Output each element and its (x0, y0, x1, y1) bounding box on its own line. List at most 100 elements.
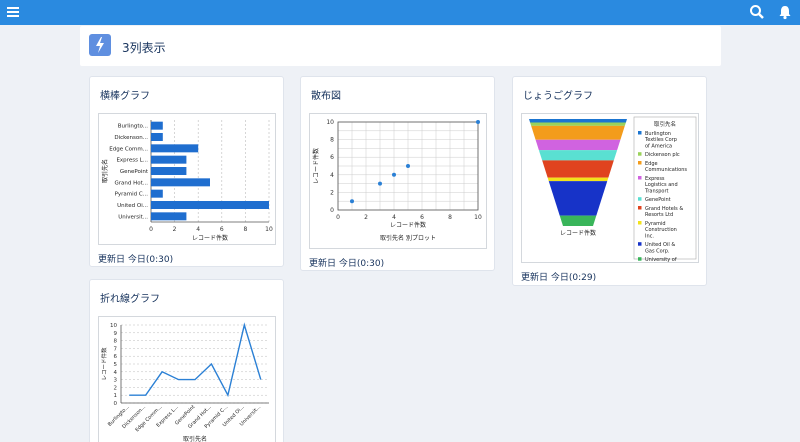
scatter-chart-card: 散布図 0 2 4 6 8 10 0 2 4 6 8 10 レコード件数 取引先名 別プロット レコード件数… (300, 76, 495, 271)
bar-chart[interactable]: 0 2 4 6 8 10 Burlingto... Dickenson... Edge Comm… (98, 113, 276, 245)
scatter-chart-svg: 0 2 4 6 8 100246810レコード件数取引先名 別プロットレコード件数 (312, 119, 482, 242)
scatter-chart[interactable]: 0 2 4 6 8 10 0 2 4 6 8 10 レコード件数 取引先名 別プロット レコード件数 (309, 113, 487, 249)
y-tick-label: Pyramid C... (115, 192, 149, 198)
legend-label: Construction (645, 227, 677, 233)
card-title: 横棒グラフ (100, 91, 150, 102)
data-point (378, 181, 382, 186)
x-tick-label: 6 (220, 226, 224, 233)
bell-icon[interactable] (777, 4, 795, 22)
y-tick-label: Universit... (118, 214, 148, 220)
y-tick-label: 1 (114, 393, 118, 399)
data-point (392, 172, 396, 177)
bar (151, 201, 269, 209)
legend-label: Burlington (645, 131, 671, 137)
series-line (129, 322, 262, 398)
y-tick-label: 3 (114, 378, 118, 384)
legend-swatch (638, 242, 642, 246)
bar-chart-card: 横棒グラフ 0 2 4 6 8 10 Burlingto... Dickenson... Edg… (89, 76, 284, 267)
y-tick-label: 9 (114, 331, 118, 337)
funnel-segment (542, 160, 614, 178)
bar-chart-svg: 0 2 4 6 8 10 Burlingto... Dickenson... Edge Comm… (101, 120, 273, 242)
line-chart[interactable]: 0 1 2 3 4 5 6 7 8 9 10 Burlingto... Dickenson... Edge… (98, 316, 276, 442)
funnel-segment (531, 125, 625, 140)
card-title: じょうごグラフ (523, 91, 593, 102)
y-tick-label: 8 (114, 339, 118, 345)
funnel-chart-svg: レコード件数 取引先名 BurlingtonTextiles Corpof Amer… (529, 116, 697, 269)
page-title: 3列表示 (122, 41, 166, 55)
bar (151, 167, 187, 175)
funnel-segment (538, 150, 618, 161)
card-title: 散布図 (311, 91, 341, 102)
funnel-segment (559, 215, 597, 226)
legend-label: University of (645, 257, 677, 262)
line-chart-svg: 012345678910Burlingto...Dickenson...Edge… (100, 322, 269, 442)
y-tick-label: 2 (114, 385, 118, 391)
x-axis-label: レコード件数 (560, 229, 596, 237)
y-tick-label: 8 (330, 137, 334, 144)
y-tick-label: Dickenson... (114, 135, 148, 141)
data-point (476, 120, 480, 124)
legend-swatch (638, 131, 642, 135)
y-tick-label: 0 (114, 401, 118, 407)
y-tick-label: 4 (330, 172, 334, 179)
y-tick-label: 6 (114, 354, 118, 360)
bar (151, 133, 163, 141)
funnel-segment (548, 181, 608, 216)
updated-label: 更新日 今日(0:29) (521, 273, 597, 283)
x-axis-label: 取引先名 (183, 435, 207, 442)
y-axis-label: 取引先名 (101, 159, 109, 183)
lightning-icon (89, 34, 111, 56)
legend-label: Dickenson plc (645, 152, 680, 158)
x-tick-label: 0 (336, 214, 340, 221)
x-axis-label: レコード件数 (390, 221, 426, 229)
funnel-segment (535, 139, 621, 151)
legend-label: of America (645, 143, 672, 149)
legend-label: GenePoint (645, 197, 671, 203)
funnel-segment (530, 122, 626, 126)
bar (151, 178, 210, 187)
legend-swatch (638, 221, 642, 225)
legend-label: Pyramid (645, 221, 666, 227)
y-tick-label: 10 (326, 119, 334, 126)
hamburger-icon[interactable] (6, 4, 24, 22)
y-axis-label: レコード件数 (312, 148, 320, 184)
x-tick-label: 8 (243, 226, 247, 233)
y-tick-label: 2 (330, 189, 334, 196)
legend-label: Express (645, 176, 665, 182)
funnel-chart-card: じょうごグラフ レコード件数 取引先名 Burlington Textiles Cor… (512, 76, 707, 286)
x-tick-label: 8 (448, 214, 452, 221)
data-point (350, 199, 354, 204)
legend-label: Resorts Ltd (645, 212, 673, 218)
x-tick-label: 10 (265, 226, 273, 233)
y-tick-label: 5 (114, 362, 118, 368)
funnel-chart[interactable]: レコード件数 取引先名 Burlington Textiles Corp of Amer… (521, 113, 699, 269)
legend-label: United Oil & (645, 242, 675, 248)
bar (151, 144, 199, 153)
card-title: 折れ線グラフ (100, 294, 160, 305)
data-point (406, 164, 410, 168)
x-axis-sublabel: 取引先名 別プロット (380, 234, 436, 242)
y-tick-label: 0 (330, 207, 334, 214)
y-axis-label: レコード件数 (100, 347, 108, 381)
x-tick-label: 4 (392, 214, 396, 221)
search-icon[interactable] (749, 4, 767, 22)
legend-label: Grand Hotels & (645, 206, 683, 212)
legend-label: Communications (645, 167, 687, 173)
page-header: 3列表示 (80, 26, 721, 66)
legend-label: Edge (645, 161, 658, 167)
legend-swatch (638, 161, 642, 165)
legend-swatch (638, 152, 642, 156)
legend-label: Transport (644, 188, 669, 194)
legend-title: 取引先名 (654, 120, 676, 128)
legend-swatch (638, 176, 642, 180)
x-axis-label: レコード件数 (192, 234, 228, 242)
x-tick-label: 10 (474, 214, 482, 221)
top-bar (0, 0, 800, 25)
bar (151, 212, 187, 221)
line-chart-card: 折れ線グラフ 0 1 2 3 4 5 6 7 8 9 10 Burlingto... Dickenson… (89, 279, 284, 442)
legend-label: Textiles Corp (644, 137, 677, 143)
legend-label: Gas Corp. (645, 248, 670, 254)
bar (151, 121, 163, 130)
x-tick-label: 6 (420, 214, 424, 221)
y-tick-label: 7 (114, 346, 118, 352)
